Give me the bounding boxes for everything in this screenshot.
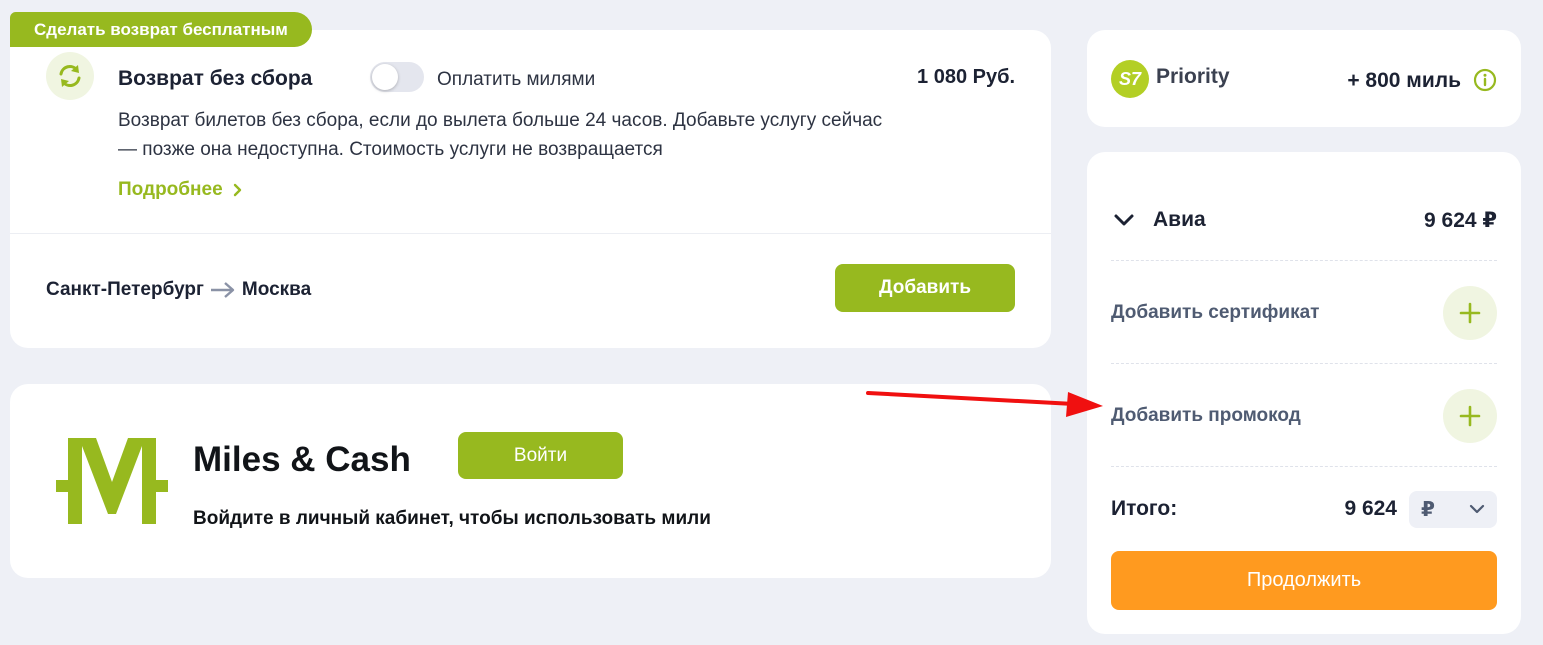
- chevron-down-icon[interactable]: [1111, 207, 1137, 233]
- add-certificate-label: Добавить сертификат: [1111, 302, 1320, 323]
- miles-cash-title: Miles & Cash: [193, 440, 411, 479]
- add-promocode-label: Добавить промокод: [1111, 405, 1301, 426]
- plus-icon: [1459, 405, 1481, 427]
- s7-priority-card: S7 Priority + 800 миль: [1087, 30, 1521, 127]
- toggle-knob: [372, 64, 398, 90]
- avia-row[interactable]: Авиа 9 624 ₽: [1111, 202, 1497, 238]
- total-label: Итого:: [1111, 497, 1178, 520]
- s7-logo: S7: [1111, 60, 1149, 98]
- currency-select[interactable]: ₽: [1409, 490, 1497, 528]
- red-arrow-icon: [866, 391, 1103, 417]
- chevron-right-icon: [233, 183, 241, 197]
- add-certificate-row[interactable]: Добавить сертификат: [1111, 285, 1497, 341]
- route-from: Санкт-Петербург: [46, 279, 204, 300]
- avia-price: 9 624 ₽: [1424, 208, 1497, 232]
- plus-icon: [1459, 302, 1481, 324]
- refund-description: Возврат билетов без сбора, если до вылет…: [118, 110, 883, 160]
- order-summary-card: Авиа 9 624 ₽ Добавить сертификат Добавит…: [1087, 152, 1521, 634]
- info-icon[interactable]: [1473, 68, 1497, 92]
- priority-label: Priority: [1156, 65, 1230, 88]
- refund-title: Возврат без сбора: [118, 67, 313, 90]
- route-to: Москва: [241, 279, 312, 300]
- divider: [1111, 363, 1497, 364]
- miles-cash-subtitle: Войдите в личный кабинет, чтобы использо…: [193, 508, 711, 529]
- card-divider: [10, 233, 1051, 234]
- login-button[interactable]: Войти: [458, 432, 623, 479]
- more-details-link[interactable]: Подробнее: [118, 179, 243, 201]
- add-promocode-button[interactable]: [1443, 389, 1497, 443]
- arrow-right-icon: [210, 281, 236, 299]
- continue-button[interactable]: Продолжить: [1111, 551, 1497, 610]
- refresh-icon: [46, 52, 94, 100]
- more-details-label: Подробнее: [118, 179, 223, 200]
- divider: [1111, 260, 1497, 261]
- divider: [1111, 466, 1497, 467]
- currency-value: ₽: [1421, 498, 1435, 521]
- free-refund-promo-tag: Сделать возврат бесплатным: [10, 12, 312, 47]
- refund-service-card: Возврат без сбора Оплатить милями 1 080 …: [10, 30, 1051, 348]
- pay-with-miles-label: Оплатить милями: [437, 69, 596, 90]
- add-certificate-button[interactable]: [1443, 286, 1497, 340]
- chevron-down-icon: [1469, 504, 1485, 514]
- pay-with-miles-toggle[interactable]: [370, 62, 424, 92]
- route: Санкт-Петербург Москва: [46, 279, 311, 301]
- add-refund-button[interactable]: Добавить: [835, 264, 1015, 312]
- miles-bonus: + 800 миль: [1347, 69, 1461, 92]
- miles-cash-logo: [56, 438, 168, 524]
- refund-price: 1 080 Руб.: [917, 66, 1015, 88]
- total-row: Итого: 9 624 ₽: [1111, 490, 1497, 528]
- add-promocode-row[interactable]: Добавить промокод: [1111, 388, 1497, 444]
- total-value: 9 624: [1344, 497, 1397, 520]
- avia-label: Авиа: [1153, 208, 1206, 231]
